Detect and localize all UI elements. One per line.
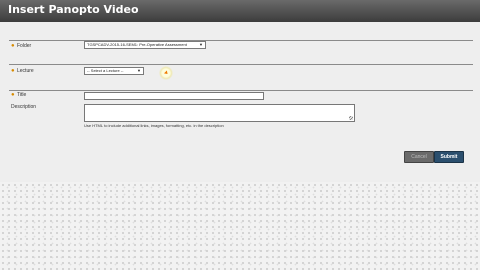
lecture-select-value: -- Select a Lecture -- [87, 68, 124, 73]
description-hint: Use HTML to include additional links, im… [84, 123, 224, 128]
required-marker-icon: ● [11, 43, 15, 49]
decorative-dot-pattern [0, 182, 480, 270]
lecture-label: Lecture [17, 68, 34, 74]
required-marker-icon: ● [11, 68, 15, 74]
folder-select-value: TGSPCADV-2015-16-SEM1: Pre-Operative Ass… [87, 42, 187, 47]
chevron-down-icon: ▼ [199, 42, 203, 47]
lecture-select[interactable]: -- Select a Lecture -- ▼ [84, 67, 144, 75]
dialog-title-bar: Insert Panopto Video [0, 0, 480, 23]
resize-grip-icon[interactable] [349, 116, 353, 120]
folder-select[interactable]: TGSPCADV-2015-16-SEM1: Pre-Operative Ass… [84, 41, 206, 49]
dialog-title: Insert Panopto Video [8, 3, 139, 16]
submit-button[interactable]: Submit [434, 151, 464, 163]
description-textarea[interactable] [84, 104, 355, 122]
separator [9, 90, 473, 91]
folder-label: Folder [17, 43, 32, 49]
separator [9, 64, 473, 65]
required-marker-icon: ● [11, 92, 15, 98]
cancel-button[interactable]: Cancel [404, 151, 434, 163]
title-label: Title [17, 92, 27, 98]
insert-video-form: ● Folder TGSPCADV-2015-16-SEM1: Pre-Oper… [0, 22, 480, 182]
description-label: Description [11, 104, 37, 110]
separator [9, 40, 473, 41]
chevron-down-icon: ▼ [137, 68, 141, 73]
title-input[interactable] [84, 92, 264, 100]
